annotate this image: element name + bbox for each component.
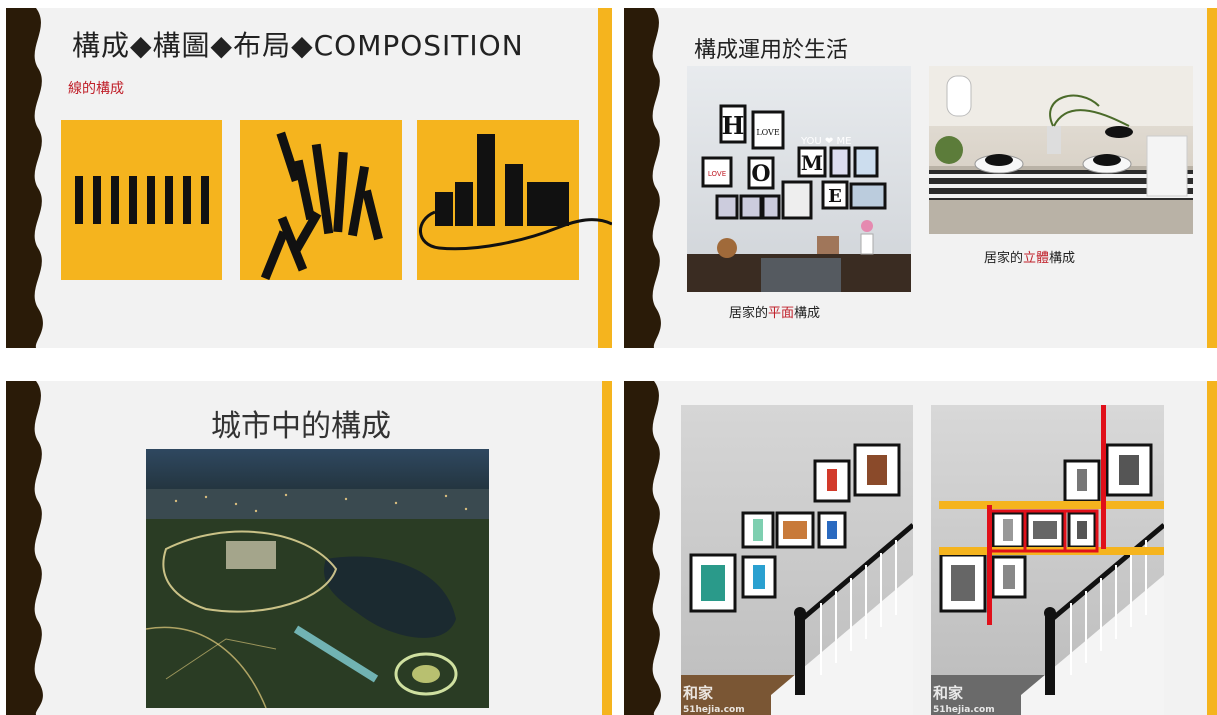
accent-bar xyxy=(1207,8,1217,348)
wave-border-decoration xyxy=(624,381,661,715)
slide-urban-composition[interactable]: 城市中的構成 xyxy=(6,381,612,715)
caption-flat-composition: 居家的平面構成 xyxy=(729,302,820,321)
slide-subtitle: 線的構成 xyxy=(68,81,124,97)
letter-h: H xyxy=(722,111,745,140)
wave-border-decoration xyxy=(6,381,43,715)
stair-wall-color-photo: 和家 51hejia.com xyxy=(681,405,913,715)
line-composition-panel-3 xyxy=(417,120,612,280)
wave-border-decoration xyxy=(6,8,43,348)
caption-3d-composition: 居家的立體構成 xyxy=(984,247,1075,266)
slide-composition-in-life[interactable]: 構成運用於生活 H LOVE LOVE O YOU ❤ ME M E 居家的平面… xyxy=(624,8,1217,348)
slide-title: 構成◆構圖◆布局◆COMPOSITION xyxy=(72,29,524,62)
slanted-bars-graphic xyxy=(260,131,383,281)
caption-highlight: 平面 xyxy=(768,306,795,321)
watermark-url: 51hejia.com xyxy=(683,705,745,715)
city-aerial-photo xyxy=(146,449,489,708)
letter-e: E xyxy=(828,186,842,207)
bars-with-curve-graphic xyxy=(419,134,612,251)
watermark-url: 51hejia.com xyxy=(933,705,995,715)
caption-suffix: 構成 xyxy=(1049,251,1076,266)
city-aerial-illustration xyxy=(146,449,489,708)
line-composition-panel-1 xyxy=(61,120,222,280)
slide-composition-lines[interactable]: 構成◆構圖◆布局◆COMPOSITION 線的構成 xyxy=(6,8,612,348)
stair-wall-color-illustration xyxy=(681,443,913,715)
stair-wall-guides-photo: 和家 51hejia.com xyxy=(931,405,1164,715)
parallel-bars-graphic xyxy=(75,176,209,224)
caption-highlight: 立體 xyxy=(1023,251,1050,266)
home-wall-illustration: H LOVE LOVE O YOU ❤ ME M E xyxy=(687,104,911,292)
watermark-brand: 和家 xyxy=(933,684,964,702)
you-me-text: YOU ❤ ME xyxy=(800,136,851,147)
caption-prefix: 居家的 xyxy=(984,251,1024,266)
guide-vertical-right xyxy=(1101,405,1106,549)
caption-suffix: 構成 xyxy=(794,306,821,321)
home-wall-photo: H LOVE LOVE O YOU ❤ ME M E xyxy=(687,66,911,292)
accent-bar xyxy=(602,381,612,715)
guide-horizontal-top xyxy=(939,501,1164,509)
letter-o: O xyxy=(751,161,770,187)
slide-stair-wall-composition[interactable]: 和家 51hejia.com 和家 51hejia.com xyxy=(624,381,1217,715)
letter-m: M xyxy=(801,151,823,175)
slide-title: 構成運用於生活 xyxy=(694,38,849,63)
wave-border-decoration xyxy=(624,8,661,348)
love-text-2: LOVE xyxy=(708,170,726,178)
dining-table-illustration xyxy=(929,66,1193,234)
line-composition-panel-2 xyxy=(240,120,402,281)
watermark-brand: 和家 xyxy=(683,684,714,702)
love-text-1: LOVE xyxy=(756,128,780,137)
slide-title: 城市中的構成 xyxy=(211,409,391,444)
stair-wall-guides-illustration xyxy=(931,405,1164,715)
caption-prefix: 居家的 xyxy=(729,306,769,321)
dining-table-photo xyxy=(929,66,1193,234)
accent-bar xyxy=(1207,381,1217,715)
